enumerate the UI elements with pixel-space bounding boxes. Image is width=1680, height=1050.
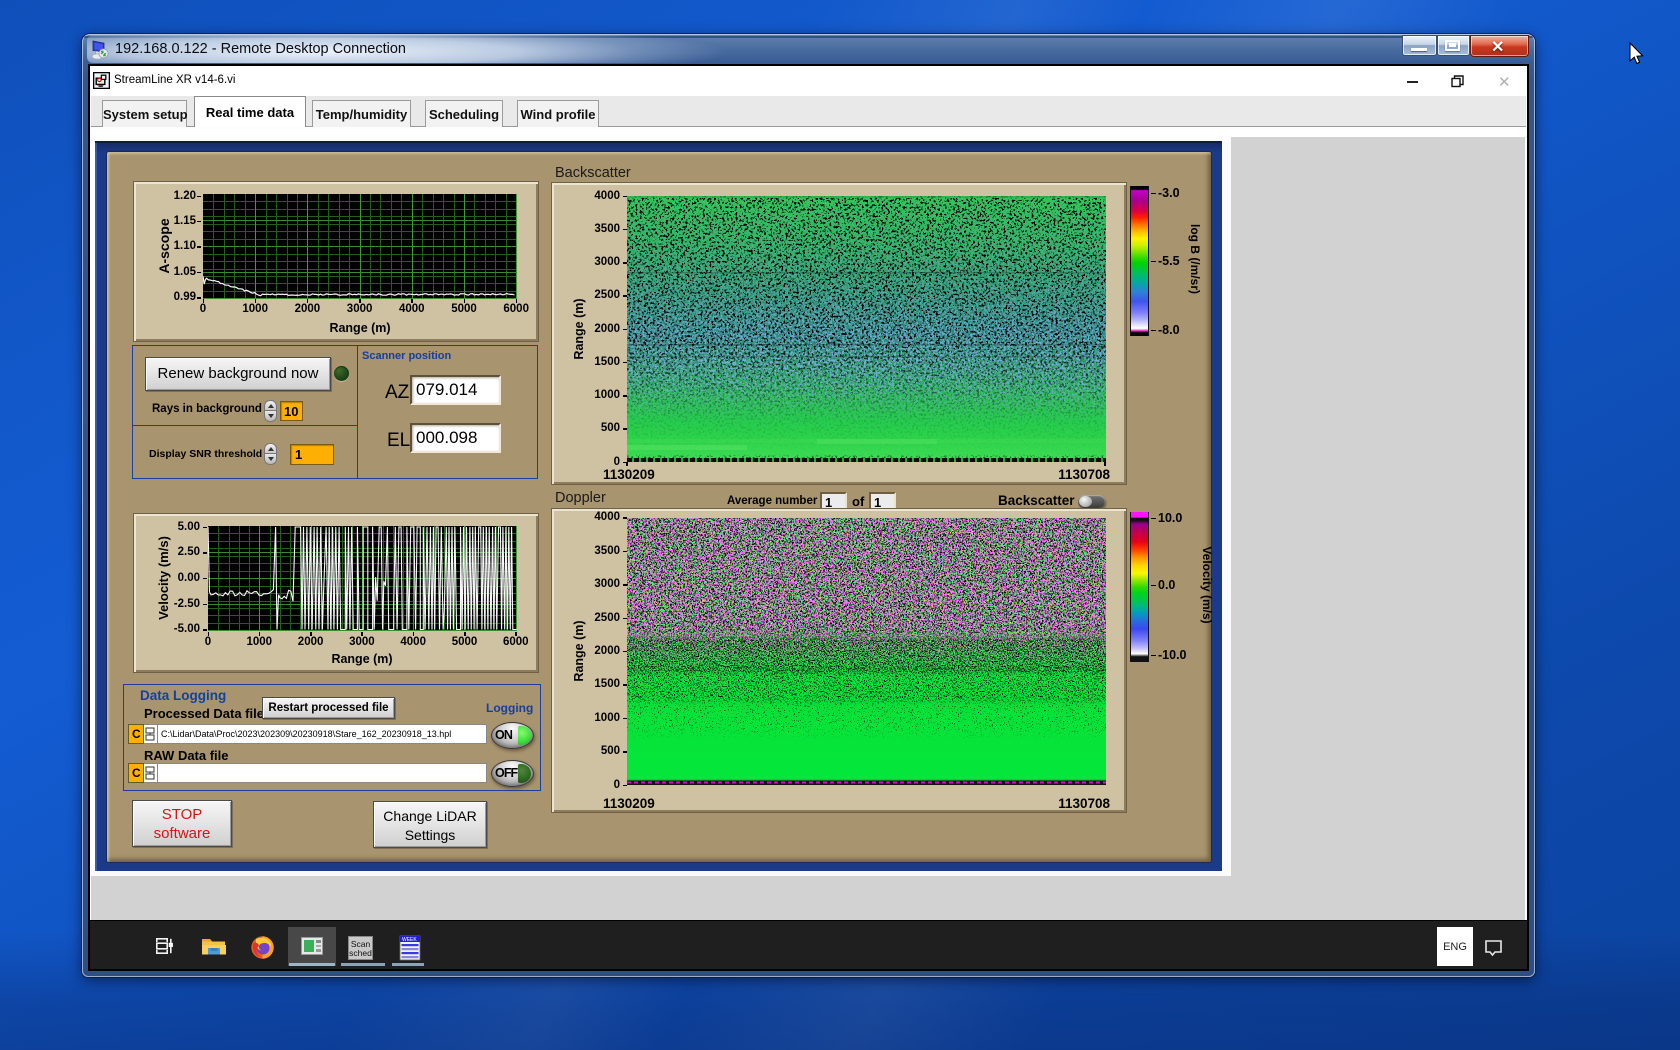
- svg-text:WEEK: WEEK: [402, 937, 417, 943]
